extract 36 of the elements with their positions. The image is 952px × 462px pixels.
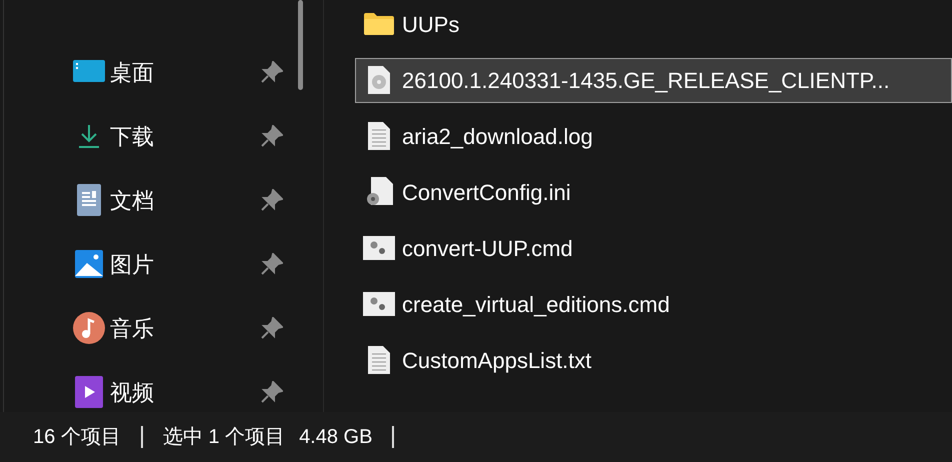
text-file-icon <box>368 122 390 150</box>
settings-file-icon <box>365 177 393 207</box>
selection-count: 选中 1 个项目 <box>162 425 286 450</box>
scrollbar-thumb[interactable] <box>298 0 303 90</box>
disc-file-icon <box>368 66 390 94</box>
music-icon <box>73 312 105 344</box>
file-row[interactable]: UUPs <box>355 2 952 46</box>
sidebar-item[interactable]: 桌面 <box>4 40 323 104</box>
pin-icon[interactable] <box>261 253 283 275</box>
download-icon <box>77 123 101 149</box>
sidebar-item[interactable]: 文档 <box>4 168 323 232</box>
document-icon <box>77 184 101 216</box>
selection-size: 4.48 GB <box>299 425 372 450</box>
file-row[interactable]: 26100.1.240331-1435.GE_RELEASE_CLIENTP... <box>355 58 952 102</box>
sidebar-item[interactable]: 下载 <box>4 104 323 168</box>
pin-icon[interactable] <box>261 317 283 339</box>
script-file-icon <box>363 292 395 316</box>
monitor-icon <box>73 60 105 84</box>
sidebar-item[interactable]: 图片 <box>4 232 323 296</box>
video-icon <box>75 376 103 408</box>
file-row[interactable]: CustomAppsList.txt <box>355 338 952 382</box>
script-file-icon <box>363 236 395 260</box>
file-row[interactable]: create_virtual_editions.cmd <box>355 282 952 326</box>
pin-icon[interactable] <box>261 125 283 147</box>
text-file-icon <box>368 346 390 374</box>
sidebar-item[interactable]: 视频 <box>4 360 323 424</box>
folder-icon <box>364 13 394 35</box>
file-row[interactable]: aria2_download.log <box>355 114 952 158</box>
pin-icon[interactable] <box>261 61 283 83</box>
item-count: 16 个项目 <box>33 425 121 450</box>
pin-icon[interactable] <box>261 381 283 403</box>
sidebar-item[interactable]: 音乐 <box>4 296 323 360</box>
picture-icon <box>75 250 103 278</box>
file-row[interactable]: convert-UUP.cmd <box>355 226 952 270</box>
file-row[interactable]: ConvertConfig.ini <box>355 170 952 214</box>
pin-icon[interactable] <box>261 189 283 211</box>
